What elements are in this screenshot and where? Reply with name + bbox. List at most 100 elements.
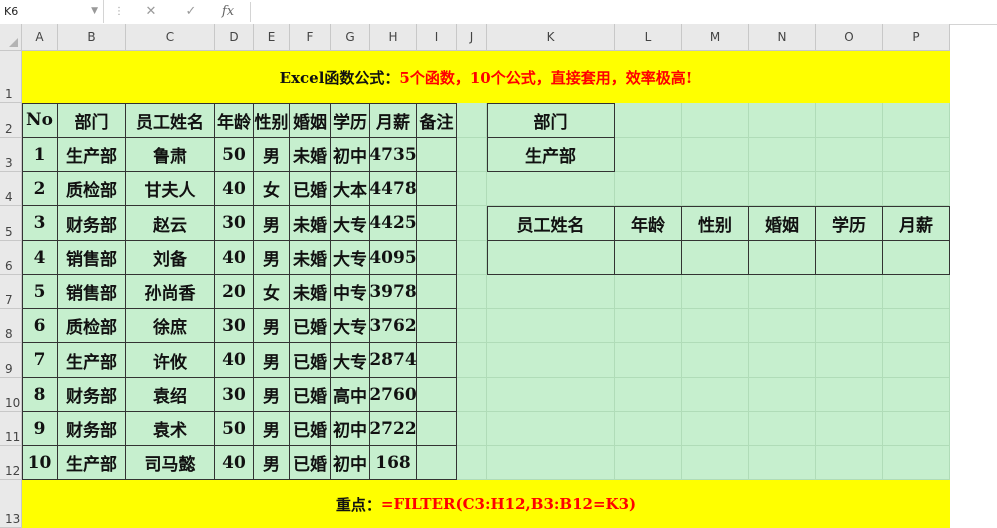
cell[interactable] (615, 138, 682, 172)
column-header[interactable]: I (417, 24, 457, 51)
column-header[interactable]: G (331, 24, 370, 51)
result-header-cell[interactable]: 性别 (682, 206, 749, 241)
cell[interactable] (615, 343, 682, 378)
table-cell[interactable] (417, 309, 457, 343)
result-cell[interactable] (487, 241, 615, 275)
cell[interactable] (883, 275, 950, 309)
column-header[interactable]: N (749, 24, 816, 51)
result-header-cell[interactable]: 员工姓名 (487, 206, 615, 241)
table-cell[interactable]: 初中 (331, 412, 370, 446)
cell[interactable] (816, 343, 883, 378)
table-cell[interactable]: 已婚 (290, 343, 331, 378)
table-cell[interactable]: 4478 (370, 172, 417, 206)
table-cell[interactable]: 男 (254, 412, 290, 446)
row-header[interactable]: 8 (0, 309, 22, 343)
table-cell[interactable]: 2874 (370, 343, 417, 378)
cell[interactable] (457, 206, 487, 241)
table-cell[interactable]: 男 (254, 343, 290, 378)
column-header[interactable]: D (215, 24, 254, 51)
table-cell[interactable]: 甘夫人 (126, 172, 215, 206)
table-cell[interactable]: 女 (254, 275, 290, 309)
table-cell[interactable]: 10 (22, 446, 58, 480)
table-cell[interactable]: 女 (254, 172, 290, 206)
table-cell[interactable]: 3762 (370, 309, 417, 343)
table-cell[interactable]: 3 (22, 206, 58, 241)
cell[interactable] (816, 446, 883, 480)
select-all-corner[interactable] (0, 24, 22, 51)
result-cell[interactable] (682, 241, 749, 275)
table-header-cell[interactable]: 婚姻 (290, 103, 331, 138)
table-cell[interactable]: 已婚 (290, 378, 331, 412)
table-header-cell[interactable]: 员工姓名 (126, 103, 215, 138)
result-header-cell[interactable]: 月薪 (883, 206, 950, 241)
table-cell[interactable]: 未婚 (290, 138, 331, 172)
table-cell[interactable]: 50 (215, 138, 254, 172)
table-cell[interactable]: 初中 (331, 138, 370, 172)
table-cell[interactable] (417, 241, 457, 275)
table-cell[interactable]: 2 (22, 172, 58, 206)
row-header[interactable]: 9 (0, 343, 22, 378)
table-header-cell[interactable]: 部门 (58, 103, 126, 138)
cell[interactable] (816, 172, 883, 206)
table-cell[interactable]: 鲁肃 (126, 138, 215, 172)
column-header[interactable]: J (457, 24, 487, 51)
cell[interactable] (883, 446, 950, 480)
cell[interactable] (682, 378, 749, 412)
table-cell[interactable] (417, 343, 457, 378)
table-cell[interactable]: 袁术 (126, 412, 215, 446)
table-cell[interactable]: 销售部 (58, 275, 126, 309)
row-header[interactable]: 6 (0, 241, 22, 275)
table-cell[interactable]: 财务部 (58, 378, 126, 412)
column-header[interactable]: K (487, 24, 615, 51)
cell[interactable] (487, 343, 615, 378)
table-cell[interactable]: 男 (254, 309, 290, 343)
table-cell[interactable] (417, 172, 457, 206)
table-cell[interactable]: 赵云 (126, 206, 215, 241)
table-cell[interactable]: 1 (22, 138, 58, 172)
cell[interactable] (682, 412, 749, 446)
cell[interactable] (682, 446, 749, 480)
table-cell[interactable]: 168 (370, 446, 417, 480)
table-cell[interactable]: 2760 (370, 378, 417, 412)
cell[interactable] (749, 446, 816, 480)
table-cell[interactable]: 未婚 (290, 241, 331, 275)
table-cell[interactable] (417, 446, 457, 480)
table-header-cell[interactable]: No (22, 103, 58, 138)
cell[interactable] (682, 275, 749, 309)
cell[interactable] (883, 343, 950, 378)
table-header-cell[interactable]: 性别 (254, 103, 290, 138)
cell[interactable] (883, 412, 950, 446)
column-header[interactable]: C (126, 24, 215, 51)
table-cell[interactable]: 男 (254, 206, 290, 241)
result-header-cell[interactable]: 学历 (816, 206, 883, 241)
table-cell[interactable]: 30 (215, 206, 254, 241)
cell[interactable] (816, 138, 883, 172)
cell[interactable] (682, 172, 749, 206)
function-icon[interactable]: fx (216, 0, 240, 23)
table-cell[interactable]: 大专 (331, 206, 370, 241)
table-cell[interactable]: 徐庶 (126, 309, 215, 343)
row-header[interactable]: 2 (0, 103, 22, 138)
cell[interactable] (883, 309, 950, 343)
cell[interactable] (682, 309, 749, 343)
cell[interactable] (615, 172, 682, 206)
cell[interactable] (749, 343, 816, 378)
cell[interactable] (457, 343, 487, 378)
table-cell[interactable]: 9 (22, 412, 58, 446)
cell[interactable] (457, 138, 487, 172)
table-cell[interactable]: 刘备 (126, 241, 215, 275)
cell[interactable] (487, 378, 615, 412)
table-cell[interactable]: 孙尚香 (126, 275, 215, 309)
table-cell[interactable]: 男 (254, 446, 290, 480)
cell[interactable] (457, 275, 487, 309)
result-cell[interactable] (883, 241, 950, 275)
cell[interactable] (457, 309, 487, 343)
table-cell[interactable]: 大本 (331, 172, 370, 206)
table-cell[interactable]: 男 (254, 241, 290, 275)
column-header[interactable]: F (290, 24, 331, 51)
cell[interactable] (615, 309, 682, 343)
row-header[interactable]: 4 (0, 172, 22, 206)
row-header[interactable]: 1 (0, 51, 22, 103)
table-cell[interactable]: 4 (22, 241, 58, 275)
table-cell[interactable]: 初中 (331, 446, 370, 480)
